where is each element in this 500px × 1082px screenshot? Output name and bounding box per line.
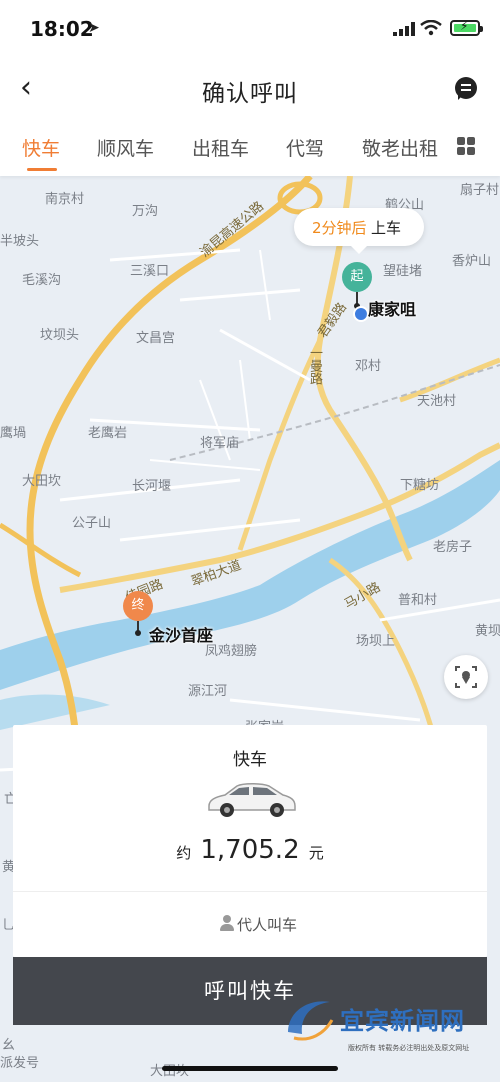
tab-taxi[interactable]: 出租车	[192, 134, 249, 161]
map-place: 场坝上	[356, 634, 396, 649]
map-place: 毛溪沟	[22, 273, 62, 288]
eta-bubble: 2分钟后 上车	[294, 208, 424, 254]
end-location-label: 金沙首座	[149, 626, 214, 645]
current-location-dot	[353, 306, 369, 322]
watermark-subtext: 版权所有 转载务必注明出处及原文网址	[348, 1044, 470, 1052]
end-pin-dot	[135, 630, 141, 636]
map-place: 万沟	[132, 204, 159, 219]
map-place: 香炉山	[452, 254, 492, 269]
start-pin-icon: 起	[342, 262, 372, 292]
end-pin-icon: 终	[123, 591, 153, 621]
map-place: 南京村	[45, 192, 85, 207]
status-time: 18:02	[30, 17, 94, 41]
map-place: 三溪口	[130, 264, 170, 279]
more-services-grid-icon[interactable]	[457, 137, 475, 155]
battery-icon: ⚡	[450, 19, 483, 36]
map-place: 望硅堵	[383, 264, 423, 279]
map-place: 鹰堝	[0, 426, 27, 441]
watermark-logo-icon	[288, 1001, 334, 1041]
location-arrow-icon: ➤	[88, 20, 100, 36]
locate-target-icon	[455, 666, 477, 688]
map-place: 老房子	[433, 540, 473, 555]
watermark-text: 宜宾新闻网	[340, 1007, 465, 1035]
map-place: 坟坝头	[40, 328, 80, 343]
price-estimate: 约 1,705.2 元	[13, 835, 487, 865]
person-icon	[220, 915, 234, 931]
tab-designated-driver[interactable]: 代驾	[286, 134, 324, 161]
watermark: 宜宾新闻网 版权所有 转载务必注明出处及原文网址	[288, 985, 500, 1055]
price-unit: 元	[308, 844, 324, 862]
call-for-others-button[interactable]: 代人叫车	[13, 891, 487, 957]
active-tab-indicator	[27, 168, 57, 171]
price-value: 1,705.2	[200, 835, 300, 865]
wifi-icon	[420, 20, 442, 36]
map-place: 大田坎	[22, 474, 62, 489]
map-place: 公子山	[72, 516, 112, 531]
eta-time: 2分钟后	[312, 219, 367, 237]
map-place: 将军庙	[200, 436, 240, 451]
map-place: 半坡头	[0, 234, 40, 249]
message-icon[interactable]	[455, 77, 477, 100]
tab-express[interactable]: 快车	[22, 134, 60, 161]
start-location-label: 康家咀	[368, 300, 417, 319]
tab-senior-taxi[interactable]: 敬老出租	[362, 134, 438, 161]
map-place: 天池村	[417, 394, 457, 409]
cellular-signal-icon	[393, 22, 415, 36]
home-indicator	[162, 1066, 338, 1071]
page-title: 确认呼叫	[202, 81, 298, 107]
order-panel: 快车 约 1,705.2 元 代人叫车	[13, 725, 487, 957]
map-place: 老鹰岩	[88, 426, 128, 441]
map-place: 邓村	[355, 359, 382, 374]
car-icon	[208, 783, 296, 817]
eta-suffix: 上车	[371, 219, 402, 237]
status-bar: 18:02 ➤ ⚡	[0, 0, 500, 60]
price-prefix: 约	[176, 844, 192, 862]
service-tabs: 快车 顺风车 出租车 代驾 敬老出租	[0, 118, 500, 176]
tab-carpool[interactable]: 顺风车	[97, 134, 154, 161]
map-place: 幺	[2, 1038, 16, 1053]
product-name: 快车	[233, 750, 267, 770]
call-for-others-label: 代人叫车	[237, 916, 298, 934]
map-place: 源江河	[188, 684, 228, 699]
map-place: 派发号	[0, 1056, 40, 1071]
map-place: 黄坝	[475, 624, 500, 639]
map-place: 普和村	[398, 593, 438, 608]
relocate-button[interactable]	[444, 655, 488, 699]
map-place: 长河堰	[132, 479, 172, 494]
map-place: 下糖坊	[400, 478, 440, 493]
title-bar: ‹ 确认呼叫	[0, 60, 500, 118]
map-place: 文昌宫	[136, 331, 176, 346]
map-place: 扇子村	[460, 183, 500, 198]
road-label: 一曼路	[307, 346, 322, 385]
